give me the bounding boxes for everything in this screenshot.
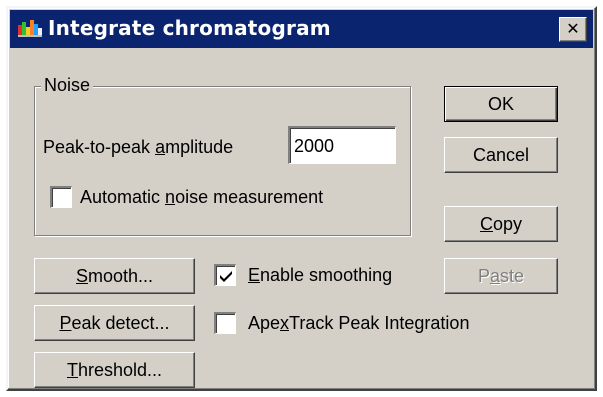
copy-button[interactable]: Copy	[444, 206, 558, 242]
automatic-noise-checkbox[interactable]	[50, 186, 72, 208]
paste-button[interactable]: Pa ste	[444, 258, 558, 294]
ok-button[interactable]: OK	[444, 86, 558, 122]
enable-smoothing-checkbox[interactable]	[214, 264, 236, 286]
close-button[interactable]: ✕	[559, 17, 587, 42]
automatic-noise-label[interactable]: Automatic noise measurement	[80, 187, 323, 207]
threshold-button[interactable]: Threshold...	[34, 352, 195, 388]
amplitude-label: Peak-to-peak amplitude	[43, 137, 234, 157]
noise-group-label: Noise	[41, 74, 94, 96]
dialog-title: Integrate chromatogram	[48, 16, 331, 40]
cancel-button[interactable]: Cancel	[444, 137, 558, 173]
integrate-chromatogram-dialog: Integrate chromatogram ✕ Noise Peak-to-p…	[6, 6, 597, 391]
apextrack-label[interactable]: ApexTrack Peak Integration	[248, 313, 469, 333]
title-bar[interactable]: Integrate chromatogram ✕	[10, 10, 593, 48]
enable-smoothing-label[interactable]: Enable smoothing	[248, 265, 392, 285]
amplitude-input[interactable]: 2000	[288, 126, 396, 164]
app-icon	[18, 19, 44, 39]
smooth-button[interactable]: Smooth...	[34, 258, 195, 294]
checkmark-icon	[220, 271, 232, 282]
peak-detect-button[interactable]: Peak detect...	[34, 305, 195, 341]
apextrack-checkbox[interactable]	[214, 312, 236, 334]
close-icon: ✕	[566, 19, 580, 38]
